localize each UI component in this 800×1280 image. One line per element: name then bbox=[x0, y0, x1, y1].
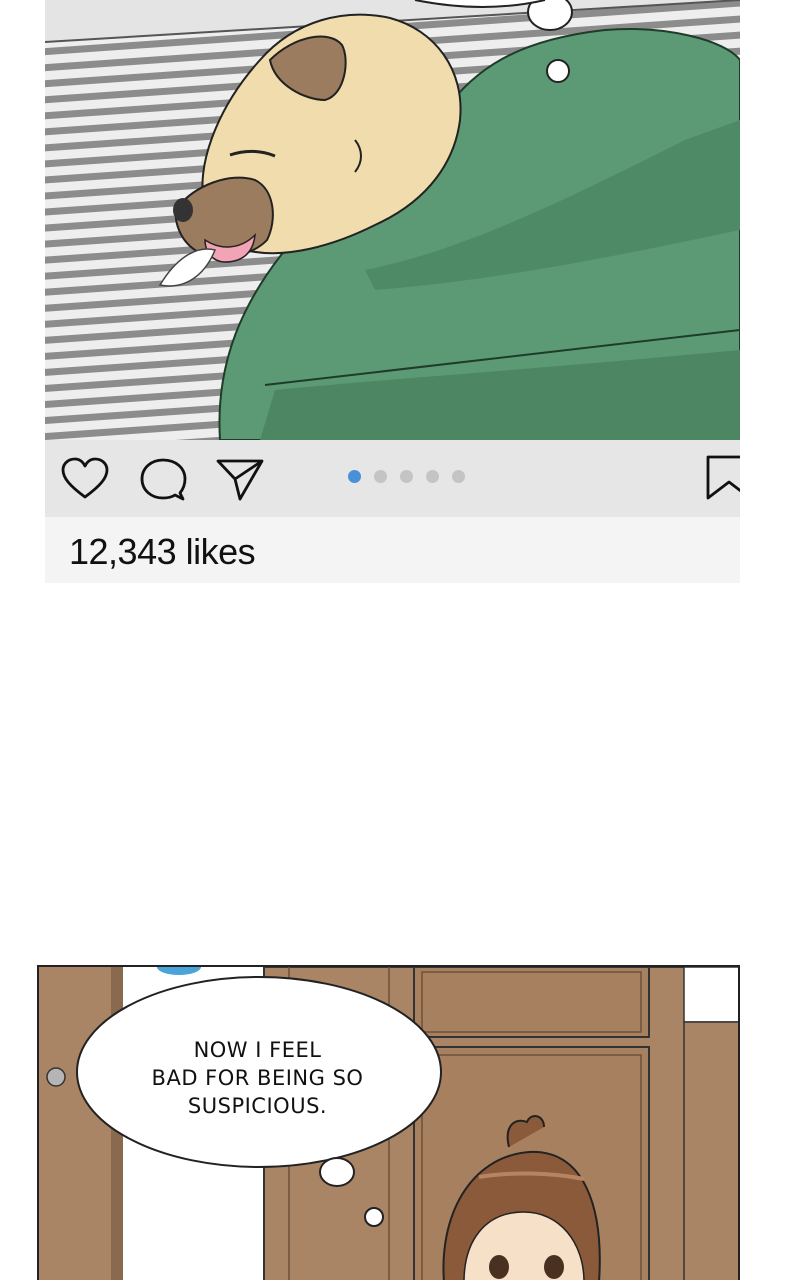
share-icon[interactable] bbox=[215, 457, 265, 507]
comic-panel-boy-thinking bbox=[37, 965, 740, 1280]
carousel-dot-2[interactable] bbox=[374, 470, 387, 483]
carousel-dot-5[interactable] bbox=[452, 470, 465, 483]
speech-line-3: SUSPICIOUS. bbox=[187, 1094, 328, 1118]
carousel-dot-4[interactable] bbox=[426, 470, 439, 483]
likes-count[interactable]: 12,343 likes bbox=[69, 531, 256, 573]
speech-bubble-text: NOW I FEEL BAD FOR BEING SO SUSPICIOUS. bbox=[85, 1036, 430, 1120]
speech-line-2: BAD FOR BEING SO bbox=[151, 1066, 364, 1090]
bookmark-icon[interactable] bbox=[705, 454, 740, 504]
comic-panel-dog-sleeping bbox=[45, 0, 740, 440]
carousel-dot-3[interactable] bbox=[400, 470, 413, 483]
likes-bar: 12,343 likes bbox=[45, 517, 740, 583]
speech-line-1: NOW I FEEL bbox=[193, 1038, 322, 1062]
post-action-bar bbox=[45, 440, 740, 517]
dog-illustration bbox=[45, 0, 740, 440]
carousel-indicator bbox=[348, 470, 465, 483]
comment-icon[interactable] bbox=[139, 457, 187, 507]
heart-icon[interactable] bbox=[60, 457, 110, 505]
room-illustration bbox=[39, 967, 738, 1280]
carousel-dot-1[interactable] bbox=[348, 470, 361, 483]
